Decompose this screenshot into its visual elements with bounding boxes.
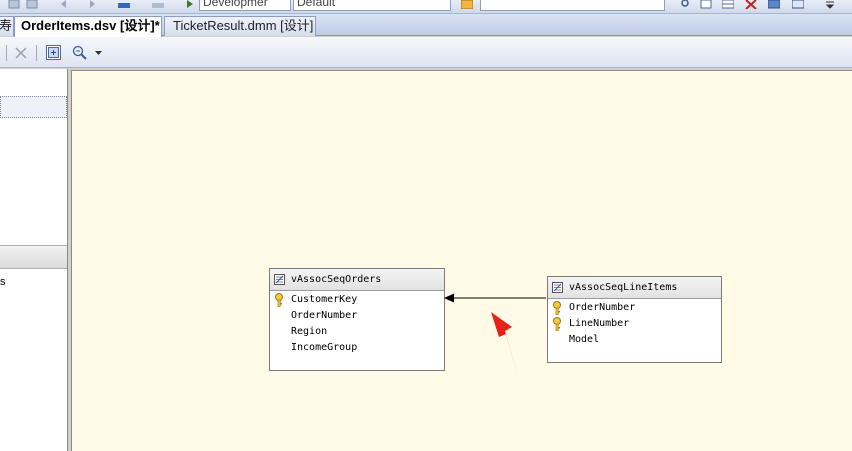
table-icon	[274, 274, 285, 285]
table-header[interactable]: vAssocSeqLineItems	[548, 277, 721, 299]
delete-icon[interactable]	[15, 47, 27, 59]
column-row[interactable]: OrderNumber	[270, 308, 444, 324]
table-icon[interactable]	[722, 0, 734, 9]
delete-icon[interactable]	[745, 0, 757, 9]
column-name: IncomeGroup	[291, 342, 358, 353]
toolbar-overflow-icon[interactable]	[824, 0, 836, 9]
panel-splitter-header[interactable]	[0, 245, 67, 269]
navigate-forward-icon[interactable]	[152, 0, 164, 9]
data-source-view-canvas[interactable]: vAssocSeqOrders CustomerKey OrderNumber …	[71, 70, 852, 451]
tables-list-item[interactable]: s	[0, 276, 6, 288]
column-name: LineNumber	[569, 318, 630, 329]
column-name: OrderNumber	[291, 310, 358, 321]
column-name: OrderNumber	[569, 302, 636, 313]
table-header[interactable]: vAssocSeqOrders	[270, 269, 444, 291]
column-row[interactable]: LineNumber	[548, 316, 721, 332]
redo-icon[interactable]	[84, 0, 96, 9]
column-name: Model	[569, 334, 600, 345]
window-icon[interactable]	[792, 0, 804, 9]
column-row[interactable]: CustomerKey	[270, 292, 444, 308]
find-in-files-icon[interactable]	[461, 0, 473, 9]
table-name: vAssocSeqOrders	[291, 274, 382, 285]
navigate-back-icon[interactable]	[118, 0, 130, 9]
start-icon[interactable]	[184, 0, 196, 9]
search-icon[interactable]	[680, 0, 692, 9]
toolbox-icon[interactable]	[768, 0, 780, 9]
column-name: Region	[291, 326, 328, 337]
key-icon	[275, 293, 283, 307]
tab-previous[interactable]: 寿	[0, 16, 14, 36]
document-tab-strip: 寿 OrderItems.dsv [设计]* TicketResult.dmm …	[0, 14, 852, 37]
solution-platform-combo[interactable]: Default	[293, 0, 451, 11]
toolbar-separator	[6, 45, 7, 61]
properties-icon[interactable]	[700, 0, 712, 9]
column-row[interactable]: IncomeGroup	[270, 340, 444, 356]
key-icon	[553, 317, 561, 331]
designer-toolbar	[0, 37, 852, 68]
toolbar-icon[interactable]	[8, 0, 20, 9]
column-name: CustomerKey	[291, 294, 358, 305]
key-icon	[553, 301, 561, 315]
tab-orderitems-dsv[interactable]: OrderItems.dsv [设计]*	[14, 16, 162, 37]
zoom-icon[interactable]	[72, 45, 87, 60]
table-icon	[552, 282, 563, 293]
column-row[interactable]: OrderNumber	[548, 300, 721, 316]
column-row[interactable]: Model	[548, 332, 721, 348]
solution-configuration-combo[interactable]: Developmer	[199, 0, 291, 11]
undo-icon[interactable]	[60, 0, 72, 9]
find-combo[interactable]	[480, 0, 665, 11]
toolbar-icon[interactable]	[26, 0, 38, 9]
zoom-to-fit-icon[interactable]	[46, 45, 61, 60]
selected-diagram-item[interactable]	[0, 96, 67, 118]
table-vassocseqorders[interactable]: vAssocSeqOrders CustomerKey OrderNumber …	[269, 268, 445, 371]
diagram-organizer-panel: s	[0, 69, 68, 451]
column-row[interactable]: Region	[270, 324, 444, 340]
table-vassocseqlineitems[interactable]: vAssocSeqLineItems OrderNumber LineNumbe…	[547, 276, 722, 363]
standard-toolbar: Developmer Default	[0, 0, 852, 14]
table-name: vAssocSeqLineItems	[569, 282, 678, 293]
tab-ticketresult-dmm[interactable]: TicketResult.dmm [设计]	[164, 16, 316, 36]
chevron-down-icon[interactable]	[95, 51, 102, 56]
toolbar-separator	[36, 45, 37, 61]
